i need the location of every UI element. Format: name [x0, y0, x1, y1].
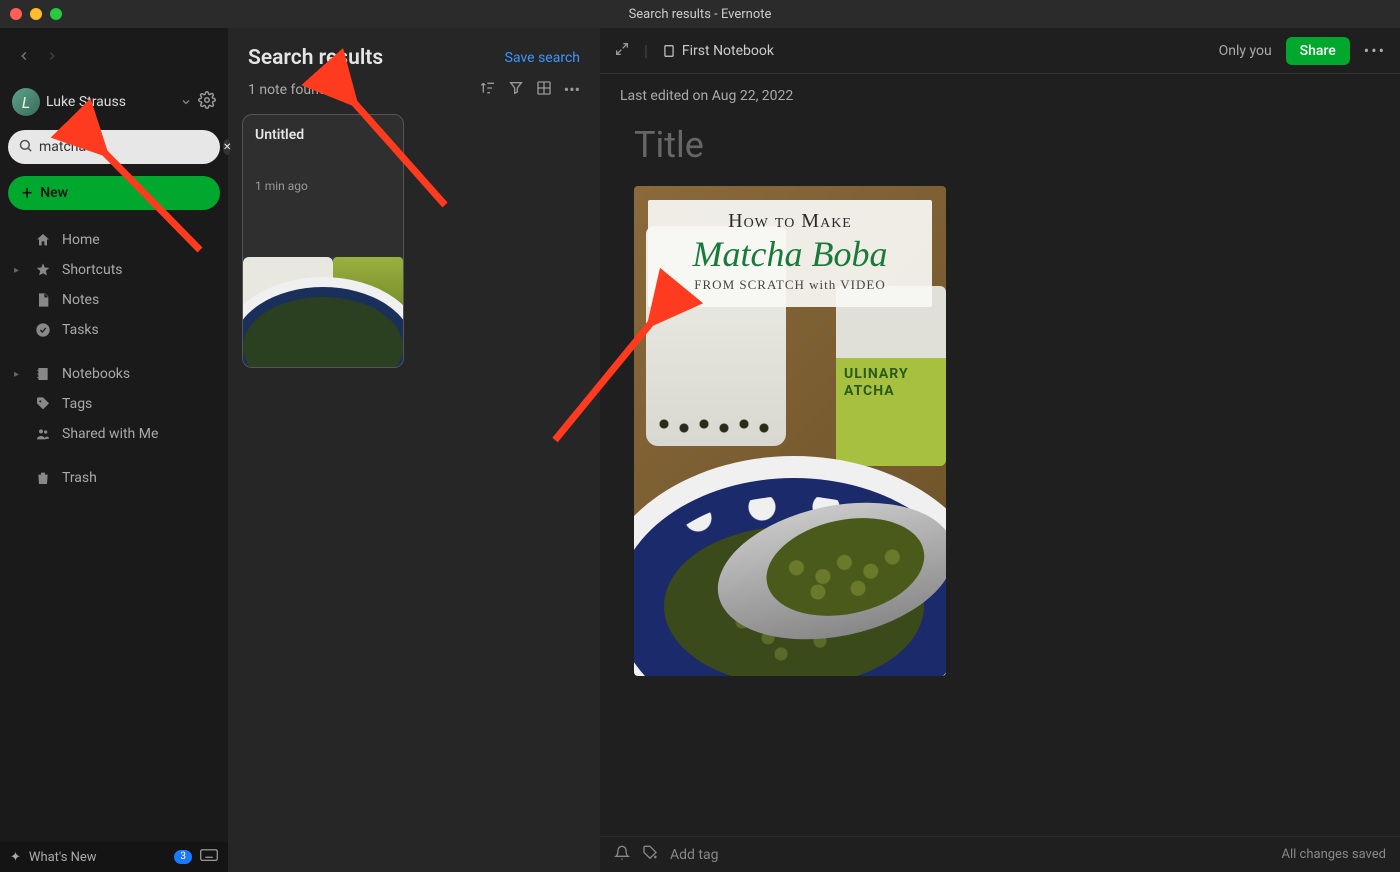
- sidebar-item-label: Tasks: [62, 322, 99, 338]
- notification-badge[interactable]: 3: [174, 850, 192, 864]
- sidebar-item-label: Notebooks: [62, 366, 130, 382]
- sort-icon[interactable]: [480, 80, 496, 100]
- note-title-input[interactable]: Title: [600, 118, 1400, 186]
- result-count: 1 note found: [248, 82, 327, 98]
- new-button-label: New: [40, 185, 68, 201]
- view-icon[interactable]: [536, 80, 552, 100]
- sidebar-item-label: Tags: [62, 396, 92, 412]
- save-status: All changes saved: [1282, 847, 1387, 862]
- minimize-icon[interactable]: [30, 8, 42, 20]
- sidebar-item-notes[interactable]: Notes: [8, 286, 220, 314]
- check-icon: [34, 322, 52, 338]
- note-icon: [34, 292, 52, 308]
- image-banner: How to Make Matcha Boba FROM SCRATCH wit…: [648, 200, 932, 307]
- nav-back-button[interactable]: [12, 44, 36, 68]
- list-title: Search results: [248, 46, 383, 70]
- add-tag-label[interactable]: Add tag: [670, 847, 718, 863]
- sidebar-bottom-bar: ✦ What's New 3: [0, 842, 228, 872]
- share-button[interactable]: Share: [1286, 37, 1350, 65]
- people-icon: [34, 426, 52, 442]
- search-field[interactable]: ✕: [8, 130, 220, 164]
- home-icon: [34, 232, 52, 248]
- sidebar-item-shared[interactable]: Shared with Me: [8, 420, 220, 448]
- notebook-icon: [662, 44, 676, 58]
- keyboard-icon[interactable]: [200, 848, 218, 866]
- settings-button[interactable]: [198, 91, 216, 113]
- notebook-name: First Notebook: [682, 43, 774, 59]
- note-editor-pane: | First Notebook Only you Share ••• Last…: [600, 28, 1400, 872]
- chevron-down-icon[interactable]: [194, 184, 208, 202]
- visibility-label[interactable]: Only you: [1219, 43, 1272, 59]
- maximize-icon[interactable]: [50, 8, 62, 20]
- sidebar-item-label: Home: [62, 232, 100, 248]
- search-icon: [18, 138, 33, 157]
- notebook-selector[interactable]: First Notebook: [662, 43, 774, 59]
- sidebar: L Luke Strauss ✕ + New Home ▸ Shortcuts N…: [0, 28, 228, 872]
- last-edited-label: Last edited on Aug 22, 2022: [600, 74, 1400, 118]
- note-card[interactable]: Untitled 1 min ago: [242, 114, 404, 368]
- username-label: Luke Strauss: [46, 94, 174, 110]
- more-actions-icon[interactable]: •••: [1364, 41, 1386, 60]
- window-titlebar: Search results - Evernote: [0, 0, 1400, 28]
- tag-icon: [34, 396, 52, 412]
- tag-add-icon[interactable]: [642, 845, 658, 865]
- note-card-time: 1 min ago: [255, 179, 391, 193]
- save-search-link[interactable]: Save search: [505, 50, 580, 66]
- sparkle-icon: ✦: [10, 850, 21, 865]
- close-icon[interactable]: [10, 8, 22, 20]
- note-image[interactable]: ULINARYATCHA How to Make Matcha Boba FRO…: [634, 186, 946, 676]
- window-title: Search results - Evernote: [629, 7, 772, 22]
- caret-icon[interactable]: ▸: [14, 265, 24, 276]
- sidebar-item-notebooks[interactable]: ▸ Notebooks: [8, 360, 220, 388]
- reminder-icon[interactable]: [614, 845, 630, 865]
- note-list-pane: Search results Save search 1 note found …: [228, 28, 600, 872]
- sidebar-item-trash[interactable]: Trash: [8, 464, 220, 492]
- note-footer: Add tag All changes saved: [600, 836, 1400, 872]
- whats-new-link[interactable]: What's New: [29, 850, 97, 865]
- sidebar-item-label: Notes: [62, 292, 99, 308]
- sidebar-item-home[interactable]: Home: [8, 226, 220, 254]
- new-button[interactable]: + New: [8, 176, 220, 210]
- filter-icon[interactable]: [508, 80, 524, 100]
- window-controls: [10, 8, 62, 20]
- sidebar-item-tasks[interactable]: Tasks: [8, 316, 220, 344]
- search-input[interactable]: [39, 139, 217, 155]
- avatar: L: [12, 88, 40, 116]
- nav-forward-button[interactable]: [40, 44, 64, 68]
- chevron-down-icon: [180, 93, 192, 112]
- sidebar-item-tags[interactable]: Tags: [8, 390, 220, 418]
- star-icon: [34, 262, 52, 278]
- note-toolbar: | First Notebook Only you Share •••: [600, 28, 1400, 74]
- sidebar-item-shortcuts[interactable]: ▸ Shortcuts: [8, 256, 220, 284]
- account-row[interactable]: L Luke Strauss: [8, 82, 220, 130]
- sidebar-item-label: Trash: [62, 470, 97, 486]
- more-icon[interactable]: •••: [564, 80, 580, 100]
- trash-icon: [34, 470, 52, 486]
- sidebar-item-label: Shortcuts: [62, 262, 123, 278]
- note-card-thumbnail: [243, 257, 403, 367]
- expand-icon[interactable]: [614, 41, 630, 61]
- caret-icon[interactable]: ▸: [14, 369, 24, 380]
- sidebar-item-label: Shared with Me: [62, 426, 158, 442]
- note-card-title: Untitled: [255, 127, 391, 143]
- plus-icon: +: [22, 183, 32, 204]
- notebook-icon: [34, 366, 52, 382]
